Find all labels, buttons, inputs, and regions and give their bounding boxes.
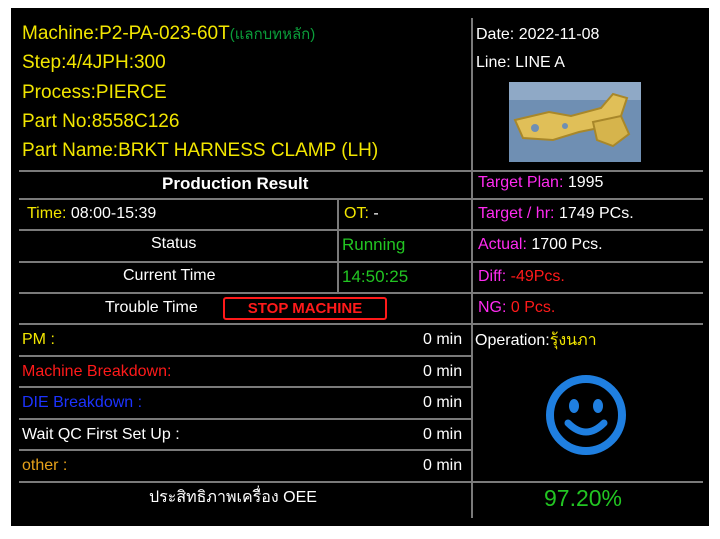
- machine-status-board: Machine:P2-PA-023-60T(แลกบทหลัก) Step:4/…: [11, 8, 709, 526]
- downtime-die-breakdown-label: DIE Breakdown :: [22, 394, 143, 411]
- divider: [19, 261, 703, 263]
- trouble-time-label: Trouble Time: [105, 299, 198, 316]
- downtime-other-label: other :: [22, 457, 68, 474]
- part-no-value: 8558C126: [91, 111, 180, 132]
- part-photo: [509, 82, 641, 162]
- diff-value: -49Pcs.: [510, 268, 565, 285]
- ot-label: OT:: [344, 205, 369, 222]
- date-label: Date:: [476, 26, 515, 43]
- divider: [19, 355, 471, 357]
- time-label: Time:: [27, 205, 67, 222]
- ng-label: NG:: [478, 299, 507, 316]
- divider: [19, 449, 471, 451]
- target-hr-label: Target / hr:: [478, 205, 555, 222]
- oee-value: 97.20%: [544, 485, 623, 511]
- part-name-label: Part Name:: [22, 140, 119, 161]
- actual-value: 1700 Pcs.: [531, 236, 603, 253]
- divider: [19, 323, 703, 325]
- downtime-other-value: 0 min: [423, 457, 463, 474]
- status-value: Running: [342, 235, 406, 254]
- target-plan-value: 1995: [567, 174, 604, 191]
- downtime-die-breakdown-value: 0 min: [423, 394, 463, 411]
- downtime-machine-breakdown-label: Machine Breakdown:: [22, 363, 172, 380]
- part-no-row: Part No:8558C126: [22, 112, 179, 131]
- smiley-face-icon: [546, 375, 626, 455]
- machine-row: Machine:P2-PA-023-60T(แลกบทหลัก): [22, 24, 315, 43]
- divider: [19, 386, 471, 388]
- ot-value: -: [373, 205, 379, 222]
- actual-row: Actual: 1700 Pcs.: [478, 237, 603, 253]
- current-time-value: 14:50:25: [342, 267, 409, 286]
- ng-row: NG: 0 Pcs.: [478, 300, 555, 316]
- line-value: LINE A: [515, 54, 565, 71]
- divider: [19, 418, 471, 420]
- divider: [471, 18, 473, 518]
- downtime-pm-value: 0 min: [423, 331, 463, 348]
- ot-row: OT: -: [344, 206, 379, 222]
- divider: [19, 481, 703, 483]
- target-plan-label: Target Plan:: [478, 174, 564, 191]
- downtime-machine-breakdown-value: 0 min: [423, 363, 463, 380]
- jph-label: JPH:: [92, 52, 134, 73]
- step-label: Step:: [22, 52, 67, 73]
- date-row: Date: 2022-11-08: [476, 27, 599, 43]
- diff-label: Diff:: [478, 268, 507, 285]
- jph-value: 300: [133, 52, 166, 73]
- status-label: Status: [151, 235, 197, 252]
- machine-label: Machine:: [22, 23, 100, 44]
- line-row: Line: LINE A: [476, 55, 565, 71]
- process-row: Process:PIERCE: [22, 83, 167, 102]
- actual-label: Actual:: [478, 236, 527, 253]
- divider: [19, 229, 703, 231]
- process-label: Process:: [22, 82, 96, 103]
- downtime-pm-label: PM :: [22, 331, 55, 348]
- divider: [19, 292, 703, 294]
- part-name-row: Part Name:BRKT HARNESS CLAMP (LH): [22, 141, 378, 160]
- process-value: PIERCE: [95, 82, 167, 103]
- divider: [19, 170, 703, 172]
- machine-value: P2-PA-023-60T: [99, 23, 230, 44]
- stop-machine-button[interactable]: STOP MACHINE: [223, 297, 387, 320]
- current-time-label: Current Time: [123, 267, 216, 284]
- time-value: 08:00-15:39: [70, 205, 157, 222]
- target-plan-row: Target Plan: 1995: [478, 175, 603, 191]
- divider: [19, 198, 703, 200]
- operation-value: รุ้งนภา: [549, 332, 597, 349]
- downtime-wait-qc-label: Wait QC First Set Up :: [22, 426, 180, 443]
- part-no-label: Part No:: [22, 111, 92, 132]
- production-result-title: Production Result: [162, 174, 309, 193]
- time-row: Time: 08:00-15:39: [27, 206, 156, 222]
- part-name-value: BRKT HARNESS CLAMP (LH): [118, 140, 379, 161]
- target-hr-row: Target / hr: 1749 PCs.: [478, 206, 634, 222]
- date-value: 2022-11-08: [518, 26, 600, 43]
- operation-label: Operation:: [475, 332, 550, 349]
- diff-row: Diff: -49Pcs.: [478, 269, 565, 285]
- target-hr-value: 1749 PCs.: [558, 205, 634, 222]
- step-row: Step:4/4JPH:300: [22, 53, 166, 72]
- step-value: 4/4: [66, 52, 93, 73]
- oee-label: ประสิทธิภาพเครื่อง OEE: [149, 489, 317, 506]
- divider: [337, 198, 339, 292]
- machine-note: (แลกบทหลัก): [229, 26, 316, 43]
- line-label: Line:: [476, 54, 511, 71]
- ng-value: 0 Pcs.: [510, 299, 556, 316]
- downtime-wait-qc-value: 0 min: [423, 426, 463, 443]
- operation-row: Operation:รุ้งนภา: [475, 333, 597, 349]
